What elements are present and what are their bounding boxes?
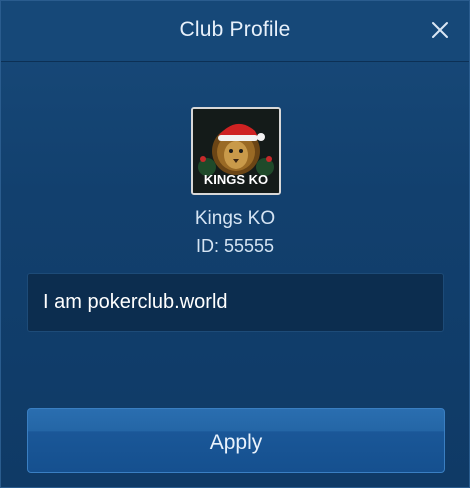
apply-button-label: Apply [209, 431, 263, 454]
dialog-header: Club Profile [1, 1, 469, 62]
club-profile-dialog: Club Profile KINGS KO Kings KO ID: 55555… [0, 0, 470, 488]
club-logo-image: KINGS KO [193, 109, 279, 193]
club-description-text: I am pokerclub.world [43, 291, 228, 313]
club-description-box[interactable]: I am pokerclub.world [27, 273, 444, 332]
club-logo-text: KINGS KO [204, 172, 268, 187]
close-icon [432, 22, 448, 38]
club-logo: KINGS KO [191, 107, 281, 195]
dialog-title: Club Profile [179, 18, 291, 41]
apply-button[interactable]: Apply [27, 408, 445, 473]
club-name: Kings KO [194, 208, 276, 229]
club-id: ID: 55555 [195, 236, 275, 256]
close-button[interactable] [429, 19, 451, 41]
